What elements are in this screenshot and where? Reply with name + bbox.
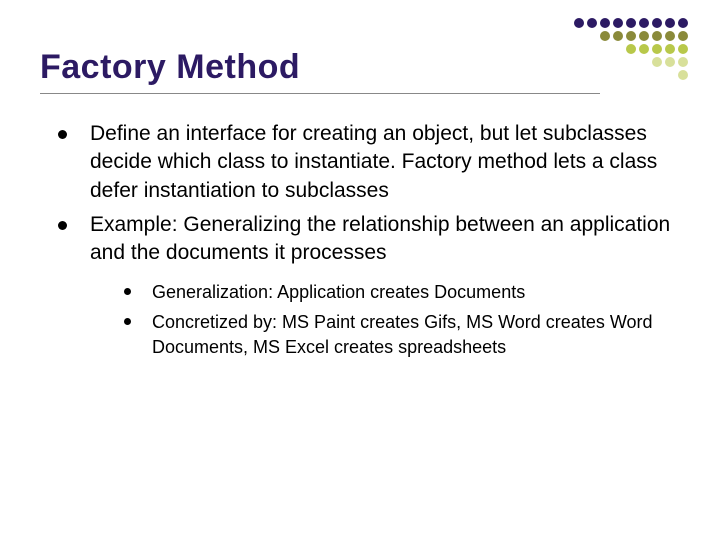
decor-dots bbox=[574, 18, 688, 80]
bullet-list: Define an interface for creating an obje… bbox=[58, 120, 680, 360]
decor-dot bbox=[652, 31, 662, 41]
decor-dot bbox=[665, 18, 675, 28]
decor-dot bbox=[678, 31, 688, 41]
decor-dot bbox=[613, 18, 623, 28]
decor-dot bbox=[613, 31, 623, 41]
decor-dot bbox=[626, 44, 636, 54]
decor-dot bbox=[678, 44, 688, 54]
sub-bullet-list: Generalization: Application creates Docu… bbox=[124, 280, 680, 361]
decor-dot bbox=[665, 31, 675, 41]
title-rule bbox=[40, 93, 600, 94]
decor-dot bbox=[678, 57, 688, 67]
bullet-text: Example: Generalizing the relationship b… bbox=[90, 213, 670, 264]
decor-dot bbox=[665, 57, 675, 67]
decor-dot bbox=[600, 18, 610, 28]
decor-dot bbox=[652, 18, 662, 28]
decor-dot bbox=[678, 18, 688, 28]
bullet-item: Define an interface for creating an obje… bbox=[58, 120, 680, 205]
decor-dot bbox=[678, 70, 688, 80]
decor-dot bbox=[574, 18, 584, 28]
decor-dot bbox=[652, 57, 662, 67]
sub-bullet-item: Generalization: Application creates Docu… bbox=[124, 280, 680, 305]
decor-dot bbox=[639, 31, 649, 41]
decor-dot bbox=[639, 44, 649, 54]
decor-dot bbox=[639, 18, 649, 28]
decor-dot bbox=[626, 31, 636, 41]
decor-dot bbox=[665, 44, 675, 54]
sub-bullet-item: Concretized by: MS Paint creates Gifs, M… bbox=[124, 310, 680, 360]
decor-dot bbox=[626, 18, 636, 28]
slide: Factory Method Define an interface for c… bbox=[0, 0, 720, 540]
decor-dot bbox=[600, 31, 610, 41]
bullet-item: Example: Generalizing the relationship b… bbox=[58, 211, 680, 360]
decor-dot bbox=[587, 18, 597, 28]
decor-dot bbox=[652, 44, 662, 54]
